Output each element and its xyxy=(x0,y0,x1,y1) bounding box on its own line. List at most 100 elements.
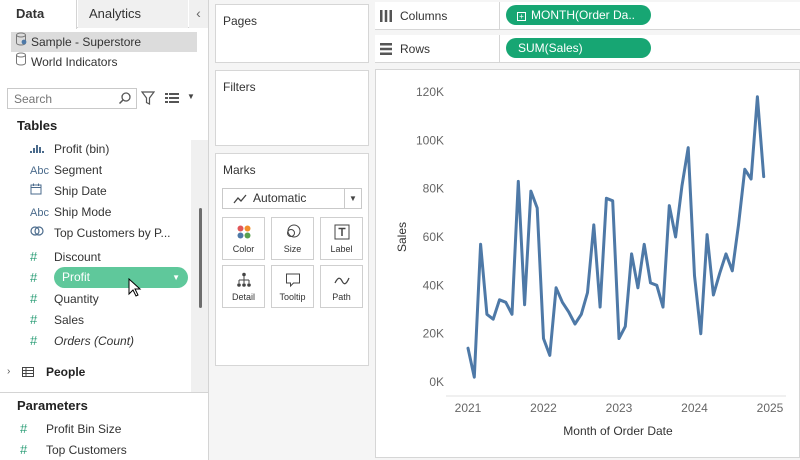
chevron-right-icon[interactable]: › xyxy=(7,362,10,382)
list-view-icon[interactable] xyxy=(165,92,179,104)
cards-pane: Pages Filters Marks Automatic ▼ Color Si… xyxy=(209,0,375,460)
y-axis-title: Sales xyxy=(395,222,409,252)
marks-button-label: Tooltip xyxy=(279,292,306,302)
field-item[interactable]: # Quantity xyxy=(30,288,99,309)
table-icon xyxy=(22,367,34,377)
marks-color-button[interactable]: Color xyxy=(222,217,265,260)
rows-icon xyxy=(380,43,392,55)
string-type-icon: Abc xyxy=(30,165,49,177)
worksheet-area: Columns + MONTH(Order Da.. Rows SUM(Sales… xyxy=(375,0,800,460)
parameters-header: Parameters xyxy=(17,398,88,413)
field-label: Sales xyxy=(54,313,85,327)
datasource-item-superstore[interactable]: Sample - Superstore xyxy=(11,32,197,52)
field-item[interactable]: # Sales xyxy=(30,309,84,330)
field-item[interactable]: Top Customers by P... xyxy=(30,223,171,244)
y-tick-label: 60K xyxy=(423,230,444,244)
marks-button-label: Path xyxy=(332,292,351,302)
y-tick-label: 120K xyxy=(416,85,444,99)
datasource-item-world-indicators[interactable]: World Indicators xyxy=(11,52,197,72)
pages-shelf[interactable]: Pages xyxy=(215,4,369,63)
filter-icon[interactable] xyxy=(141,90,155,106)
y-tick-label: 0K xyxy=(429,375,444,389)
tab-data[interactable]: Data xyxy=(0,0,77,29)
search-box xyxy=(7,88,137,109)
number-type-icon: # xyxy=(20,421,28,436)
number-type-icon: # xyxy=(30,333,38,348)
line-chart[interactable]: 0K 20K 40K 60K 80K 100K 120K 2021 2022 2023 2024 20… xyxy=(376,70,799,457)
field-item[interactable]: Profit (bin) xyxy=(30,139,109,160)
field-label: Ship Mode xyxy=(54,205,112,219)
field-label: Top Customers by P... xyxy=(54,226,171,240)
x-tick-label: 2023 xyxy=(606,401,633,415)
filters-shelf[interactable]: Filters xyxy=(215,70,369,146)
marks-button-label: Size xyxy=(283,244,302,254)
chevron-down-icon[interactable]: ▼ xyxy=(187,92,195,101)
marks-button-label: Label xyxy=(330,244,353,254)
divider xyxy=(0,392,209,393)
field-item[interactable]: Abc Segment xyxy=(30,160,102,181)
field-item[interactable]: Ship Date xyxy=(30,181,107,202)
chevron-left-icon[interactable]: ‹ xyxy=(189,0,208,28)
string-type-icon: Abc xyxy=(30,207,49,219)
field-item[interactable]: # Orders (Count) xyxy=(30,330,134,351)
field-item[interactable]: Abc Ship Mode xyxy=(30,202,111,223)
marks-path-button[interactable]: Path xyxy=(320,265,363,308)
table-item-people[interactable]: › People xyxy=(0,362,191,382)
y-tick-label: 40K xyxy=(423,278,444,292)
marks-button-label: Color xyxy=(232,244,255,254)
search-icon[interactable] xyxy=(118,91,132,105)
line-mark-icon xyxy=(233,194,247,204)
color-dots-icon xyxy=(237,225,251,239)
field-item[interactable]: # Discount xyxy=(30,246,101,267)
tab-analytics[interactable]: Analytics xyxy=(78,0,188,28)
marks-button-label: Detail xyxy=(231,292,255,302)
marks-size-button[interactable]: Size xyxy=(271,217,314,260)
datasource-label: World Indicators xyxy=(31,55,118,69)
number-type-icon: # xyxy=(30,270,38,285)
dragging-field-pill-profit[interactable]: Profit ▼ xyxy=(54,267,188,288)
rows-label: Rows xyxy=(400,42,431,56)
number-type-icon: # xyxy=(20,442,28,457)
bin-histogram-icon xyxy=(30,140,54,161)
x-axis-title: Month of Order Date xyxy=(563,424,673,438)
datasource-label: Sample - Superstore xyxy=(31,35,142,49)
columns-pill-month-order-date[interactable]: + MONTH(Order Da.. xyxy=(506,5,651,25)
pill-label: MONTH(Order Da.. xyxy=(531,8,636,22)
search-input[interactable] xyxy=(8,89,116,108)
mark-type-value: Automatic xyxy=(253,191,307,205)
parameter-item[interactable]: # Profit Bin Size xyxy=(20,418,121,439)
parameter-item[interactable]: # Top Customers xyxy=(20,439,127,460)
field-label: Discount xyxy=(54,250,101,264)
mark-type-dropdown[interactable]: Automatic ▼ xyxy=(222,188,362,209)
rows-shelf[interactable]: Rows SUM(Sales) xyxy=(375,35,800,63)
number-type-icon: # xyxy=(30,312,38,327)
rows-pill-sum-sales[interactable]: SUM(Sales) xyxy=(506,38,651,58)
columns-label: Columns xyxy=(400,9,448,23)
chevron-down-icon[interactable]: ▼ xyxy=(172,267,180,288)
parameter-label: Profit Bin Size xyxy=(46,422,122,436)
x-tick-label: 2022 xyxy=(530,401,557,415)
label-T-icon xyxy=(334,224,350,240)
scrollbar-thumb[interactable] xyxy=(199,208,202,308)
chart-view[interactable]: 0K 20K 40K 60K 80K 100K 120K 2021 2022 2023 2024 20… xyxy=(375,69,800,458)
field-item[interactable]: # xyxy=(30,267,54,288)
pane-tabs: Data Analytics ‹ xyxy=(0,0,209,29)
calendar-icon xyxy=(30,182,54,203)
marks-tooltip-button[interactable]: Tooltip xyxy=(271,265,314,308)
pill-label: SUM(Sales) xyxy=(518,41,583,55)
marks-detail-button[interactable]: Detail xyxy=(222,265,265,308)
tooltip-bubble-icon xyxy=(286,273,300,288)
number-type-icon: # xyxy=(30,249,38,264)
field-label: Profit (bin) xyxy=(54,142,110,156)
expand-plus-icon[interactable]: + xyxy=(517,12,526,21)
marks-label-button[interactable]: Label xyxy=(320,217,363,260)
columns-icon xyxy=(380,10,392,22)
divider xyxy=(499,35,500,63)
field-label: Ship Date xyxy=(54,184,107,198)
y-tick-label: 80K xyxy=(423,182,444,196)
size-circles-icon xyxy=(287,224,301,238)
field-label: Quantity xyxy=(54,292,99,306)
chevron-down-icon[interactable]: ▼ xyxy=(349,189,357,208)
columns-shelf[interactable]: Columns + MONTH(Order Da.. xyxy=(375,2,800,30)
data-pane: Data Analytics ‹ Sample - Superstore Wor… xyxy=(0,0,209,460)
